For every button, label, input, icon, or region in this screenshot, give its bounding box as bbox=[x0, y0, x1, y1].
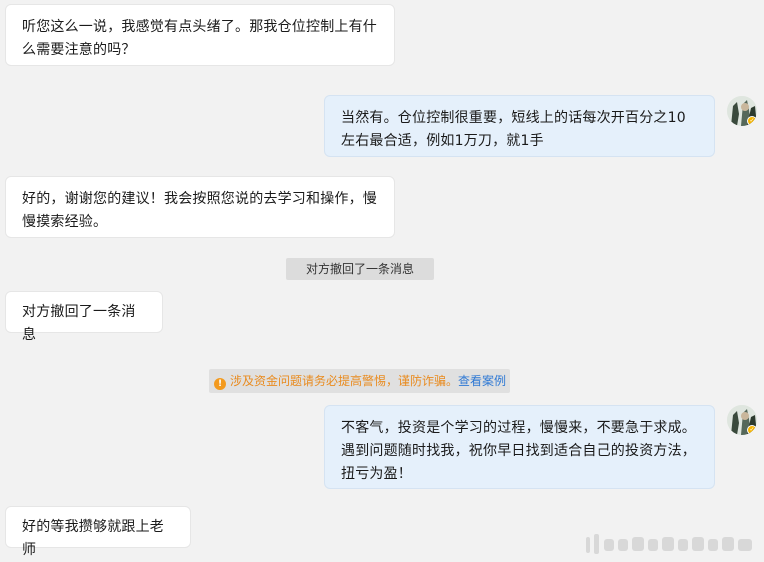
verified-badge-icon: ✓ bbox=[747, 116, 757, 126]
watermark-logo bbox=[586, 534, 752, 554]
message-text: 听您这么一说，我感觉有点头绪了。那我仓位控制上有什么需要注意的吗？ bbox=[22, 19, 377, 58]
message-text: 好的，谢谢您的建议！我会按照您说的去学习和操作，慢慢摸索经验。 bbox=[22, 191, 377, 230]
system-recall-notice: 对方撤回了一条消息 bbox=[286, 258, 434, 280]
message-text: 对方撤回了一条消息 bbox=[22, 304, 136, 343]
fraud-warning-notice: ! 涉及资金问题请务必提高警惕，谨防诈骗。查看案例 bbox=[209, 369, 510, 393]
chat-message-outgoing[interactable]: 当然有。仓位控制很重要，短线上的话每次开百分之10左右最合适，例如1万刀，就1手 bbox=[324, 95, 715, 157]
view-cases-link[interactable]: 查看案例 bbox=[458, 374, 506, 388]
verified-badge-icon: ✓ bbox=[747, 425, 757, 435]
chat-message-incoming[interactable]: 好的，谢谢您的建议！我会按照您说的去学习和操作，慢慢摸索经验。 bbox=[5, 176, 395, 238]
message-text: 不客气，投资是个学习的过程，慢慢来，不要急于求成。遇到问题随时找我，祝你早日找到… bbox=[341, 420, 696, 482]
warning-icon: ! bbox=[214, 378, 226, 390]
user-avatar[interactable]: ✓ bbox=[727, 96, 757, 126]
message-text: 好的等我攒够就跟上老师 bbox=[22, 519, 164, 558]
warning-text: 涉及资金问题请务必提高警惕，谨防诈骗。 bbox=[230, 374, 459, 388]
user-avatar[interactable]: ✓ bbox=[727, 405, 757, 435]
chat-message-incoming[interactable]: 对方撤回了一条消息 bbox=[5, 291, 163, 343]
chat-message-incoming[interactable]: 好的等我攒够就跟上老师 bbox=[5, 506, 191, 558]
message-text: 当然有。仓位控制很重要，短线上的话每次开百分之10左右最合适，例如1万刀，就1手 bbox=[341, 110, 686, 149]
chat-message-incoming[interactable]: 听您这么一说，我感觉有点头绪了。那我仓位控制上有什么需要注意的吗？ bbox=[5, 4, 395, 66]
system-text: 对方撤回了一条消息 bbox=[305, 262, 414, 276]
chat-message-outgoing[interactable]: 不客气，投资是个学习的过程，慢慢来，不要急于求成。遇到问题随时找我，祝你早日找到… bbox=[324, 405, 715, 489]
